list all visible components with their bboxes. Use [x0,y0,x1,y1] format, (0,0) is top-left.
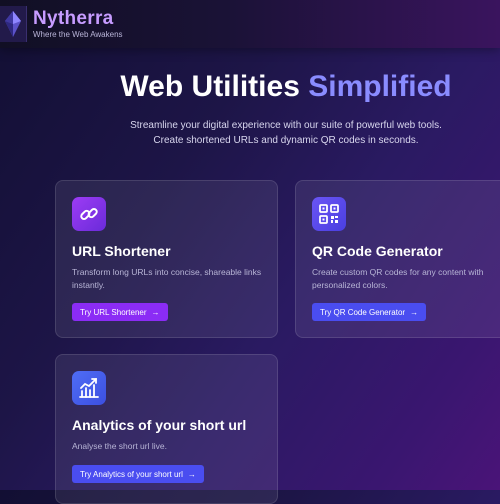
url-shortener-card: URL Shortener Transform long URLs into c… [55,180,278,338]
try-analytics-button[interactable]: Try Analytics of your short url → [72,465,204,483]
brand-name[interactable]: Nytherra [33,8,114,30]
hero-title-accent: Simplified [308,70,452,103]
brand-tagline: Where the Web Awakens [33,30,123,39]
hero-title: Web Utilities Simplified [0,70,500,104]
card-title: Analytics of your short url [72,417,247,433]
logo[interactable] [0,6,27,42]
card-description: Transform long URLs into concise, sharea… [72,267,262,290]
button-label: Try URL Shortener [80,307,147,317]
qr-code-generator-card: QR Code Generator Create custom QR codes… [295,180,500,338]
button-label: Try Analytics of your short url [80,469,183,479]
card-title: QR Code Generator [312,243,443,259]
crystal-logo-icon [5,11,21,37]
card-title: URL Shortener [72,243,171,259]
try-url-shortener-button[interactable]: Try URL Shortener → [72,303,168,321]
analytics-card: Analytics of your short url Analyse the … [55,354,278,504]
card-description: Analyse the short url live. [72,441,167,451]
site-header: Nytherra Where the Web Awakens [0,0,500,48]
card-description: Create custom QR codes for any content w… [312,267,484,290]
hero-subtitle: Streamline your digital experience with … [130,120,442,146]
try-qr-code-generator-button[interactable]: Try QR Code Generator → [312,303,427,321]
arrow-right-icon: → [410,307,419,317]
hero-title-main: Web Utilities [120,70,300,103]
arrow-right-icon: → [151,307,160,317]
link-icon [72,197,106,231]
bar-chart-icon [72,371,106,405]
qr-code-icon [312,197,346,231]
arrow-right-icon: → [187,469,196,479]
button-label: Try QR Code Generator [320,307,406,317]
